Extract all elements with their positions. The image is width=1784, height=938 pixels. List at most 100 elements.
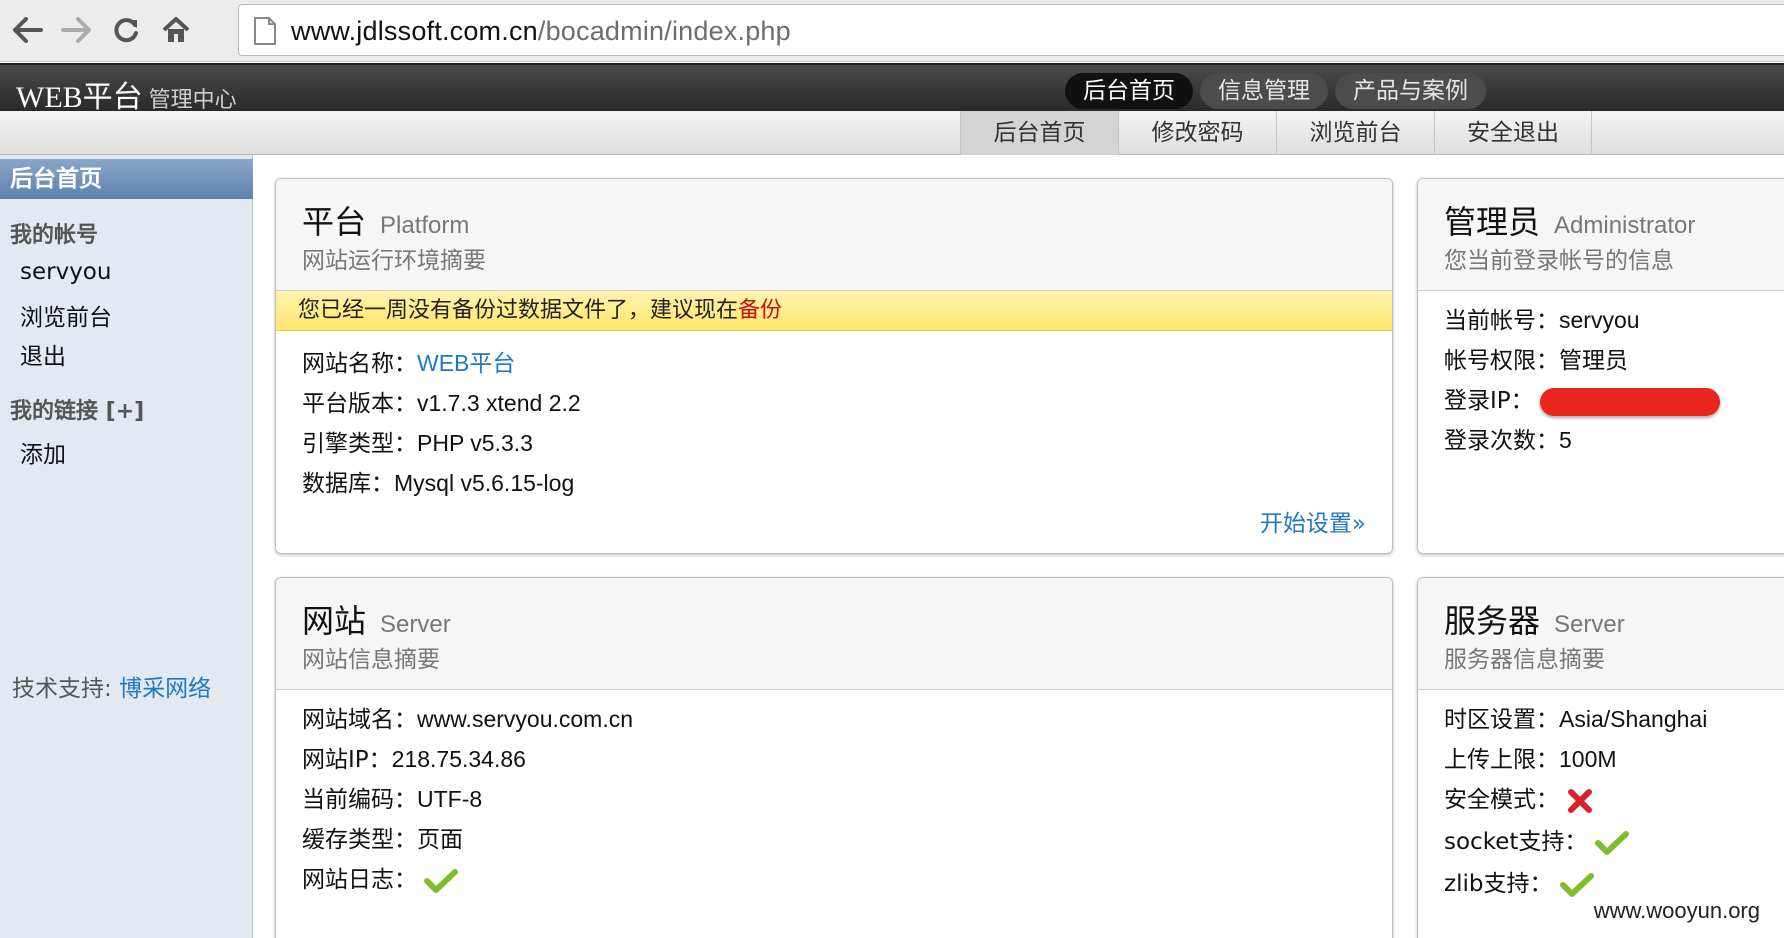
panel-title-en: Administrator bbox=[1554, 212, 1696, 239]
info-row: 缓存类型：页面 bbox=[302, 820, 463, 854]
info-row: 网站IP：218.75.34.86 bbox=[302, 740, 526, 774]
home-button[interactable] bbox=[154, 10, 198, 50]
start-settings-link[interactable]: 开始设置» bbox=[1260, 504, 1366, 538]
check-icon bbox=[1594, 830, 1629, 855]
site-panel: 网站 Server 网站信息摘要 网站域名：www.servyou.com.cn … bbox=[275, 577, 1393, 938]
home-icon bbox=[162, 17, 190, 42]
row-label: 网站域名： bbox=[302, 707, 417, 733]
panel-title-cn: 管理员 bbox=[1444, 203, 1541, 241]
browser-toolbar: www.jdlssoft.com.cn/bocadmin/index.php bbox=[0, 0, 1784, 62]
backup-warning-text: 您已经一周没有备份过数据文件了，建议现在 bbox=[298, 298, 739, 323]
panel-title: 服务器 Server bbox=[1444, 596, 1625, 642]
panel-header: 服务器 Server 服务器信息摘要 bbox=[1418, 578, 1784, 690]
row-label: 缓存类型： bbox=[302, 827, 417, 853]
reload-icon bbox=[114, 18, 138, 43]
sub-tab-home[interactable]: 后台首页 bbox=[960, 111, 1118, 155]
row-label: 时区设置： bbox=[1444, 707, 1559, 733]
row-label: 网站IP： bbox=[302, 747, 392, 773]
url-path: /bocadmin/index.php bbox=[537, 16, 791, 46]
sub-tab-view-front[interactable]: 浏览前台 bbox=[1276, 111, 1434, 155]
info-row: 帐号权限：管理员 bbox=[1444, 341, 1628, 375]
tech-support-link[interactable]: 博采网络 bbox=[119, 676, 211, 702]
row-value: 5 bbox=[1559, 427, 1572, 453]
app-logo[interactable]: WEB平台 管理中心 bbox=[16, 72, 237, 116]
row-value: Mysql v5.6.15-log bbox=[394, 470, 575, 496]
info-row: 登录IP： bbox=[1444, 381, 1720, 416]
info-row: socket支持： bbox=[1444, 822, 1629, 856]
panel-title-cn: 网站 bbox=[302, 602, 367, 640]
row-value: Asia/Shanghai bbox=[1559, 706, 1708, 732]
panel-description: 网站信息摘要 bbox=[302, 647, 440, 673]
info-row: 登录次数：5 bbox=[1444, 421, 1572, 455]
cross-icon bbox=[1568, 788, 1593, 813]
panel-title-cn: 服务器 bbox=[1444, 602, 1541, 640]
reload-button[interactable] bbox=[104, 10, 148, 50]
row-value: UTF-8 bbox=[417, 786, 483, 812]
info-row: 网站域名：www.servyou.com.cn bbox=[302, 700, 633, 734]
app-logo-text: WEB平台 bbox=[16, 81, 143, 114]
sub-tab-change-password[interactable]: 修改密码 bbox=[1118, 111, 1276, 155]
row-label: 安全模式： bbox=[1444, 787, 1559, 813]
url-host: www.jdlssoft.com.cn bbox=[291, 16, 538, 46]
app-header: WEB平台 管理中心 后台首页 信息管理 产品与案例 bbox=[0, 63, 1784, 114]
check-icon bbox=[1559, 872, 1594, 897]
sidebar-title[interactable]: 后台首页 bbox=[0, 159, 253, 199]
row-label: 上传上限： bbox=[1444, 747, 1559, 773]
page-icon bbox=[254, 17, 276, 45]
row-value: 管理员 bbox=[1559, 348, 1628, 374]
back-button[interactable] bbox=[6, 10, 50, 50]
sub-tab-logout[interactable]: 安全退出 bbox=[1434, 111, 1592, 155]
panel-description: 网站运行环境摘要 bbox=[302, 248, 486, 274]
site-name-link[interactable]: WEB平台 bbox=[417, 350, 515, 376]
row-label: socket支持： bbox=[1444, 829, 1588, 855]
row-label: 网站日志： bbox=[302, 867, 417, 893]
server-panel: 服务器 Server 服务器信息摘要 时区设置：Asia/Shanghai 上传上… bbox=[1417, 577, 1784, 938]
redaction-mark bbox=[1539, 387, 1720, 416]
info-row: 网站日志： bbox=[302, 860, 459, 894]
forward-button[interactable] bbox=[54, 10, 98, 50]
panel-title-en: Server bbox=[380, 611, 451, 638]
row-label: 数据库： bbox=[302, 471, 394, 497]
row-value: 页面 bbox=[417, 827, 463, 853]
row-value: www.servyou.com.cn bbox=[417, 706, 634, 732]
url-text: www.jdlssoft.com.cn/bocadmin/index.php bbox=[291, 16, 791, 47]
sidebar-item-logout[interactable]: 退出 bbox=[20, 337, 66, 371]
row-value: v1.7.3 xtend 2.2 bbox=[417, 390, 581, 416]
row-label: 网站名称： bbox=[302, 351, 417, 377]
info-row: zlib支持： bbox=[1444, 864, 1594, 898]
sidebar-group-links[interactable]: 我的链接 [+] bbox=[10, 393, 144, 425]
info-row: 网站名称：WEB平台 bbox=[302, 344, 515, 378]
row-label: zlib支持： bbox=[1444, 871, 1553, 897]
sidebar-item-view-front[interactable]: 浏览前台 bbox=[20, 298, 112, 332]
panel-title: 平台 Platform bbox=[302, 197, 469, 243]
sidebar-item-account[interactable]: servyou bbox=[20, 259, 111, 285]
panel-title: 网站 Server bbox=[302, 596, 451, 642]
backup-warning: 您已经一周没有备份过数据文件了，建议现在备份 bbox=[276, 291, 1392, 331]
tech-support: 技术支持: 博采网络 bbox=[12, 669, 211, 703]
app-subtitle: 管理中心 bbox=[148, 88, 237, 113]
info-row: 上传上限：100M bbox=[1444, 740, 1617, 774]
address-bar[interactable]: www.jdlssoft.com.cn/bocadmin/index.php bbox=[238, 4, 1784, 56]
row-label: 帐号权限： bbox=[1444, 348, 1559, 374]
row-value: servyou bbox=[1559, 307, 1640, 333]
main-tab-info[interactable]: 信息管理 bbox=[1200, 73, 1328, 109]
main-tab-products[interactable]: 产品与案例 bbox=[1335, 73, 1486, 109]
info-row: 安全模式： bbox=[1444, 780, 1594, 815]
sub-nav: 后台首页 修改密码 浏览前台 安全退出 bbox=[0, 111, 1784, 155]
back-arrow-icon bbox=[13, 17, 43, 43]
row-label: 平台版本： bbox=[302, 391, 417, 417]
admin-panel: 管理员 Administrator 您当前登录帐号的信息 当前帐号：servyou… bbox=[1417, 178, 1784, 554]
backup-link[interactable]: 备份 bbox=[738, 298, 782, 323]
tech-support-label: 技术支持: bbox=[12, 676, 112, 702]
main-tab-home[interactable]: 后台首页 bbox=[1065, 73, 1193, 109]
sidebar-item-add-link[interactable]: 添加 bbox=[20, 435, 66, 469]
check-icon bbox=[424, 868, 459, 893]
panel-title-en: Server bbox=[1554, 611, 1625, 638]
panel-title-en: Platform bbox=[380, 212, 470, 239]
panel-header: 网站 Server 网站信息摘要 bbox=[276, 578, 1392, 690]
row-value: 218.75.34.86 bbox=[391, 746, 526, 772]
watermark: www.wooyun.org bbox=[1593, 898, 1760, 923]
panel-description: 服务器信息摘要 bbox=[1444, 647, 1605, 673]
info-row: 数据库：Mysql v5.6.15-log bbox=[302, 464, 574, 498]
panel-title-cn: 平台 bbox=[302, 203, 367, 241]
